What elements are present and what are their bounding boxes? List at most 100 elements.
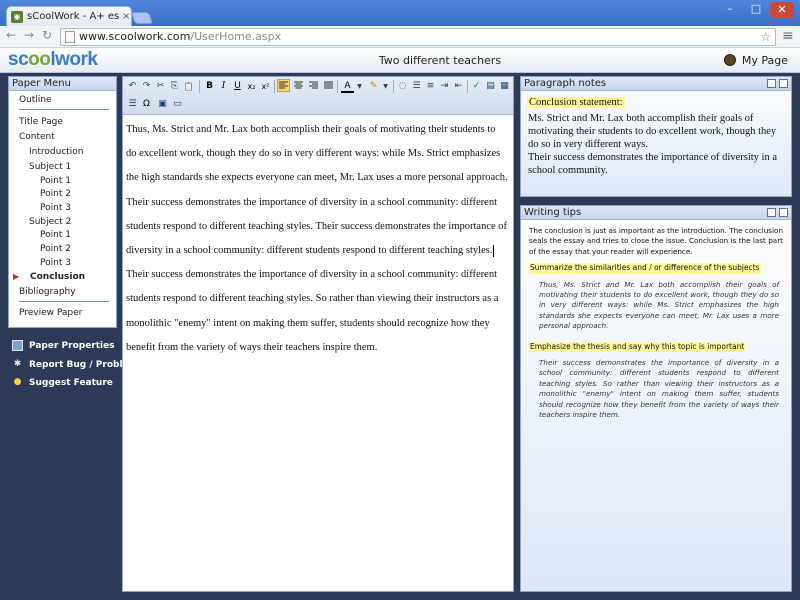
paragraph-notes-title: Paragraph notes — [524, 78, 607, 89]
outdent-button[interactable]: ⇤ — [452, 80, 465, 93]
align-center-icon — [294, 81, 303, 89]
properties-icon — [12, 340, 23, 351]
image-icon[interactable]: ▣ — [156, 98, 169, 111]
app-header: scoolwork Two different teachers My Page — [0, 48, 800, 73]
bold-button[interactable]: B — [203, 80, 216, 93]
toolbar-separator — [393, 80, 394, 93]
menu-item-outline[interactable]: Outline — [19, 95, 52, 105]
suggest-feature-link[interactable]: ● Suggest Feature — [12, 377, 113, 388]
underline-button[interactable]: U — [231, 80, 244, 93]
menu-item-preview-paper[interactable]: Preview Paper — [19, 308, 82, 318]
special-character-button[interactable]: Ω — [140, 98, 153, 111]
menu-item-point[interactable]: Point 3 — [40, 203, 71, 213]
menu-item-point[interactable]: Point 1 — [40, 230, 71, 240]
copy-icon[interactable]: ⎘ — [168, 80, 181, 93]
table-icon[interactable]: ▦ — [498, 80, 511, 93]
cut-icon[interactable]: ✂ — [154, 80, 167, 93]
justify-button[interactable] — [322, 80, 335, 93]
browser-toolbar: ← → ↻ www.scoolwork.com/UserHome.aspx ☆ … — [0, 26, 800, 48]
editor-content[interactable]: Thus, Ms. Strict and Mr. Lax both accomp… — [126, 118, 508, 360]
lightbulb-icon: ● — [13, 377, 22, 387]
notes-line: Ms. Strict and Mr. Lax both accomplish t… — [528, 113, 777, 150]
text-caret — [493, 244, 495, 257]
menu-item-bibliography[interactable]: Bibliography — [19, 287, 76, 297]
align-right-icon — [309, 81, 318, 89]
notes-body[interactable]: Ms. Strict and Mr. Lax both accomplish t… — [528, 112, 784, 177]
writing-tips-panel: Writing tips The conclusion is just as i… — [520, 205, 792, 592]
tab-close-icon[interactable]: × — [122, 11, 130, 22]
editor-text-after-caret: Their success demonstrates the importanc… — [126, 269, 499, 353]
report-bug-link[interactable]: ✱ Report Bug / Problem — [12, 359, 138, 370]
browser-menu-icon[interactable]: ≡ — [782, 28, 794, 44]
bookmark-star-icon[interactable]: ☆ — [760, 29, 771, 45]
comment-icon[interactable]: ◌ — [396, 80, 409, 93]
url-path: /UserHome.aspx — [190, 30, 282, 43]
toolbar-separator — [274, 80, 275, 93]
align-right-button[interactable] — [307, 80, 320, 93]
paste-icon[interactable]: 📋 — [182, 80, 195, 93]
menu-item-content[interactable]: Content — [19, 132, 55, 142]
document-icon[interactable]: ▤ — [484, 80, 497, 93]
menu-item-point[interactable]: Point 3 — [40, 258, 71, 268]
redo-icon[interactable]: ↷ — [140, 80, 153, 93]
align-left-button[interactable] — [277, 79, 290, 92]
conclusion-statement-label: Conclusion statement: — [527, 97, 625, 108]
forward-icon[interactable]: → — [24, 28, 34, 42]
menu-item-subject-2[interactable]: Subject 2 — [29, 217, 71, 227]
chevron-down-icon[interactable]: ▼ — [379, 80, 392, 93]
minimize-panel-icon[interactable] — [767, 208, 776, 217]
align-left-icon — [279, 81, 288, 89]
browser-tab[interactable]: ◉ sCoolWork - A+ essay in hal × — [6, 6, 132, 26]
superscript-button[interactable]: x² — [259, 80, 272, 93]
maximize-button[interactable]: □ — [744, 2, 768, 15]
menu-item-point[interactable]: Point 2 — [40, 189, 71, 199]
reload-icon[interactable]: ↻ — [42, 28, 52, 42]
numbered-list-button[interactable]: ≡ — [424, 80, 437, 93]
notes-line: Their success demonstrates the importanc… — [528, 152, 778, 176]
toolbar-separator — [337, 80, 338, 93]
toolbar-separator — [199, 80, 200, 93]
maximize-panel-icon[interactable] — [779, 79, 788, 88]
owl-favicon-icon: ◉ — [11, 10, 23, 23]
tip-example: Their success demonstrates the importanc… — [539, 358, 779, 420]
paragraph-notes-header: Paragraph notes — [521, 77, 791, 91]
menu-divider — [19, 109, 109, 110]
panel-controls — [767, 79, 788, 88]
menu-item-title-page[interactable]: Title Page — [19, 117, 63, 127]
editor-toolbar: ↶ ↷ ✂ ⎘ 📋 B I U x₂ x² A ▼ ✎ ▼ ◌ ☰ ≡ ⇥ ⇤ — [123, 77, 513, 115]
writing-tips-title: Writing tips — [524, 207, 582, 218]
align-center-button[interactable] — [292, 80, 305, 93]
bullet-list-button[interactable]: ☰ — [410, 80, 423, 93]
writing-tips-body: The conclusion is just as important as t… — [529, 226, 783, 425]
rich-text-editor[interactable]: ↶ ↷ ✂ ⎘ 📋 B I U x₂ x² A ▼ ✎ ▼ ◌ ☰ ≡ ⇥ ⇤ — [122, 76, 514, 592]
horizontal-rule-icon[interactable]: ☰ — [126, 98, 139, 111]
menu-item-point[interactable]: Point 1 — [40, 176, 71, 186]
my-page-link[interactable]: My Page — [742, 54, 788, 67]
media-icon[interactable]: ▭ — [171, 98, 184, 111]
close-window-button[interactable]: ✕ — [770, 2, 794, 18]
back-icon[interactable]: ← — [6, 28, 16, 42]
owl-icon — [724, 54, 736, 66]
maximize-panel-icon[interactable] — [779, 208, 788, 217]
page-icon — [65, 31, 75, 43]
menu-item-conclusion[interactable]: Conclusion — [30, 272, 85, 282]
address-bar[interactable]: www.scoolwork.com/UserHome.aspx ☆ — [60, 28, 776, 46]
spellcheck-button[interactable]: ✓ — [470, 80, 483, 93]
new-tab-button[interactable] — [130, 12, 154, 24]
menu-item-point[interactable]: Point 2 — [40, 244, 71, 254]
menu-item-introduction[interactable]: Introduction — [29, 147, 84, 157]
subscript-button[interactable]: x₂ — [245, 80, 258, 93]
undo-icon[interactable]: ↶ — [126, 80, 139, 93]
minimize-panel-icon[interactable] — [767, 79, 776, 88]
menu-divider — [19, 301, 109, 302]
indent-button[interactable]: ⇥ — [438, 80, 451, 93]
menu-item-subject-1[interactable]: Subject 1 — [29, 162, 71, 172]
tip-heading: Emphasize the thesis and say why this to… — [529, 341, 746, 353]
paper-properties-link[interactable]: Paper Properties — [12, 340, 115, 351]
minimize-button[interactable]: – — [718, 2, 742, 15]
chevron-down-icon[interactable]: ▼ — [353, 80, 366, 93]
justify-icon — [324, 81, 333, 89]
browser-titlebar: ◉ sCoolWork - A+ essay in hal × – □ ✕ — [0, 0, 800, 26]
italic-button[interactable]: I — [217, 80, 230, 93]
writing-tips-header: Writing tips — [521, 206, 791, 220]
